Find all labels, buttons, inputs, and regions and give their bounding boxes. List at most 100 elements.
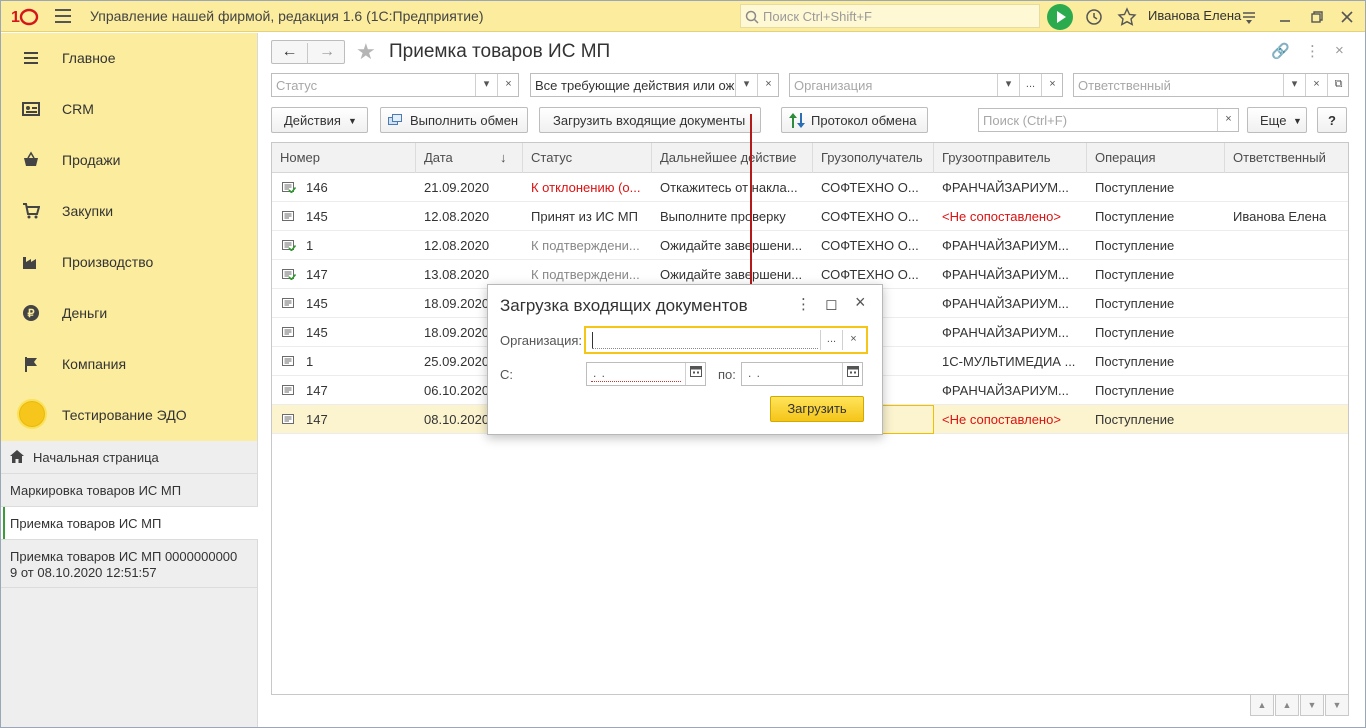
table-cell-num: 145 xyxy=(306,296,328,311)
clear-icon[interactable]: × xyxy=(757,74,779,96)
calendar-icon[interactable] xyxy=(842,363,862,385)
clear-icon[interactable]: × xyxy=(1217,109,1239,131)
table-search-input[interactable]: Поиск (Ctrl+F) × xyxy=(978,108,1239,132)
exchange-button[interactable]: Выполнить обмен xyxy=(380,107,528,133)
column-header[interactable]: Дальнейшее действие xyxy=(652,143,813,173)
history-icon[interactable] xyxy=(1083,6,1105,28)
clear-icon[interactable]: × xyxy=(1305,74,1327,96)
scroll-last-icon[interactable]: ▼ xyxy=(1325,694,1349,716)
clear-icon[interactable]: × xyxy=(497,74,519,96)
column-header[interactable]: Дата ↓ xyxy=(416,143,523,173)
protocol-arrows-icon xyxy=(789,113,805,128)
organization-field[interactable]: ... × xyxy=(584,326,868,354)
actions-button[interactable]: Действия ▼ xyxy=(271,107,368,133)
table-cell-shipper: ФРАНЧАЙЗАРИУМ... xyxy=(942,325,1069,340)
exchange-protocol-button[interactable]: Протокол обмена xyxy=(781,107,928,133)
column-header[interactable]: Грузоотправитель xyxy=(934,143,1087,173)
table-cell-operation: Поступление xyxy=(1095,354,1175,369)
forward-arrow-icon[interactable]: → xyxy=(309,43,345,63)
column-header[interactable]: Грузополучатель xyxy=(813,143,934,173)
load-incoming-button[interactable]: Загрузить входящие документы xyxy=(539,107,761,133)
sidebar-item-purchases[interactable]: Закупки xyxy=(0,186,258,236)
open-icon[interactable]: ⧉ xyxy=(1327,74,1349,96)
open-window-item[interactable]: Приемка товаров ИС МП 0000000000 9 от 08… xyxy=(0,540,258,588)
calendar-icon[interactable] xyxy=(685,363,705,385)
column-header[interactable]: Ответственный xyxy=(1225,143,1348,173)
open-windows-panel: Начальная страница Маркировка товаров ИС… xyxy=(0,441,258,728)
table-row[interactable]: 145 12.08.2020 Принят из ИС МП Выполните пр… xyxy=(272,202,1348,231)
responsible-filter[interactable]: Ответственный ▾ × ⧉ xyxy=(1073,73,1349,97)
scroll-first-icon[interactable]: ▲ xyxy=(1250,694,1274,716)
document-icon xyxy=(282,298,294,308)
sidebar-item-company[interactable]: Компания xyxy=(0,339,258,389)
responsible-filter-placeholder: Ответственный xyxy=(1078,78,1171,93)
more-vertical-icon[interactable]: ⋮ xyxy=(796,295,811,313)
column-header[interactable]: Статус xyxy=(523,143,652,173)
sidebar-item-label: Главное xyxy=(62,50,116,66)
dropdown-icon[interactable]: ▾ xyxy=(997,74,1019,96)
status-filter[interactable]: Статус ▾ × xyxy=(271,73,519,97)
open-window-home[interactable]: Начальная страница xyxy=(0,441,258,474)
restore-icon[interactable] xyxy=(1306,6,1328,28)
link-icon[interactable]: 🔗 xyxy=(1271,42,1290,60)
scroll-up-icon[interactable]: ▲ xyxy=(1275,694,1299,716)
sidebar-item-sales[interactable]: Продажи xyxy=(0,135,258,185)
dropdown-icon[interactable]: ▾ xyxy=(475,74,497,96)
table-cell-num: 1 xyxy=(306,238,314,253)
dialog-close-icon[interactable]: × xyxy=(855,292,866,313)
minimize-icon[interactable] xyxy=(1274,6,1296,28)
organization-filter[interactable]: Организация ▾ ... × xyxy=(789,73,1063,97)
play-icon[interactable] xyxy=(1047,4,1073,30)
home-icon xyxy=(10,450,24,463)
user-name[interactable]: Иванова Елена xyxy=(1148,8,1241,23)
more-vertical-icon[interactable]: ⋮ xyxy=(1305,42,1320,60)
from-date-label: С: xyxy=(500,367,513,382)
table-cell-shipper: ФРАНЧАЙЗАРИУМ... xyxy=(942,296,1069,311)
select-ellipsis-icon[interactable]: ... xyxy=(820,330,842,350)
1c-logo-icon[interactable]: 1 xyxy=(10,6,40,26)
sidebar-item-label: CRM xyxy=(62,101,94,117)
main-menu-icon[interactable] xyxy=(55,9,71,23)
table-cell-operation: Поступление xyxy=(1095,296,1175,311)
clear-icon[interactable]: × xyxy=(842,330,864,350)
coin-icon: ₽ xyxy=(23,305,39,321)
maximize-icon[interactable]: ◻ xyxy=(825,295,837,313)
table-row[interactable]: 146 21.09.2020 К отклонению (о... Откажитес… xyxy=(272,173,1348,202)
open-window-item[interactable]: Маркировка товаров ИС МП xyxy=(0,474,258,507)
cart-icon xyxy=(23,203,40,219)
sidebar-item-main[interactable]: Главное xyxy=(0,33,258,83)
form-close-icon[interactable]: × xyxy=(1335,42,1344,59)
table-cell-responsible xyxy=(1225,376,1348,405)
dropdown-icon[interactable]: ▾ xyxy=(735,74,757,96)
dropdown-icon[interactable]: ▾ xyxy=(1283,74,1305,96)
to-date-field[interactable]: . . xyxy=(741,362,863,386)
sidebar-item-label: Производство xyxy=(62,254,154,270)
global-search-input[interactable]: Поиск Ctrl+Shift+F xyxy=(740,4,1040,28)
favorite-star-icon[interactable]: ★ xyxy=(356,39,376,65)
table-cell-operation: Поступление xyxy=(1095,180,1175,195)
back-arrow-icon[interactable]: ← xyxy=(272,43,308,63)
close-icon[interactable] xyxy=(1336,6,1358,28)
clear-icon[interactable]: × xyxy=(1041,74,1063,96)
help-button[interactable]: ? xyxy=(1317,107,1347,133)
table-cell-shipper: ФРАНЧАЙЗАРИУМ... xyxy=(942,383,1069,398)
load-button[interactable]: Загрузить xyxy=(770,396,864,422)
more-button[interactable]: Еще ▼ xyxy=(1247,107,1307,133)
from-date-field[interactable]: . . xyxy=(586,362,706,386)
favorites-icon[interactable] xyxy=(1116,6,1138,28)
chevron-down-icon: ▼ xyxy=(348,116,357,126)
open-window-item-active[interactable]: Приемка товаров ИС МП xyxy=(0,507,258,540)
table-row[interactable]: 1 12.08.2020 К подтверждени... Ожидайте зав… xyxy=(272,231,1348,260)
column-header[interactable]: Операция xyxy=(1087,143,1225,173)
scroll-down-icon[interactable]: ▼ xyxy=(1300,694,1324,716)
actions-filter[interactable]: Все требующие действия или ож ▾ × xyxy=(530,73,779,97)
column-header[interactable]: Номер xyxy=(272,143,416,173)
to-date-label: по: xyxy=(718,367,736,382)
table-cell-action: Откажитесь от накла... xyxy=(660,180,798,195)
settings-menu-icon[interactable] xyxy=(1238,6,1260,28)
sidebar-item-money[interactable]: ₽ Деньги xyxy=(0,288,258,338)
input-underline xyxy=(591,381,681,382)
sidebar-item-production[interactable]: Производство xyxy=(0,237,258,287)
select-ellipsis-icon[interactable]: ... xyxy=(1019,74,1041,96)
sidebar-item-crm[interactable]: CRM xyxy=(0,84,258,134)
